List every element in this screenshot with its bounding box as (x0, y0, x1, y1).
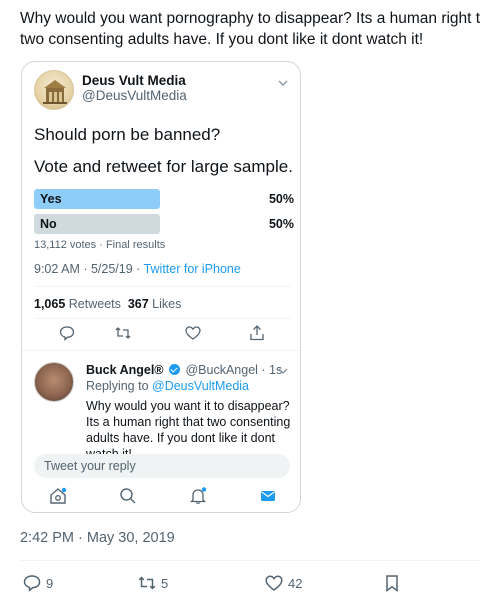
quoted-author-handle[interactable]: @DeusVultMedia (82, 88, 187, 103)
reply-header: Buck Angel® @BuckAngel · 1s (86, 363, 282, 377)
quoted-timestamp: 9:02 AM · 5/25/19 · Twitter for iPhone (34, 262, 241, 276)
replying-to: Replying to @DeusVultMedia (86, 379, 249, 393)
quoted-stats: 1,065 Retweets 367 Likes (34, 297, 181, 311)
retweet-icon (138, 576, 156, 590)
poll-meta: 13,112 votes · Final results (34, 239, 166, 251)
quoted-tweet-header: Deus Vult Media @DeusVultMedia (22, 62, 300, 112)
tweet-text-line-2: two consenting adults have. If you dont … (20, 31, 424, 48)
replying-prefix: Replying to (86, 379, 153, 393)
poll-option-yes: Yes 50% (34, 189, 294, 209)
reply-icon[interactable] (58, 324, 76, 342)
bookmark-button[interactable] (382, 572, 406, 594)
quoted-tweet-body: Should porn be banned? Vote and retweet … (34, 122, 293, 186)
avatar[interactable] (34, 70, 74, 110)
likes-label[interactable]: Likes (152, 297, 181, 311)
divider (22, 350, 300, 351)
tweet-timestamp[interactable]: 2:42 PM · May 30, 2019 (20, 530, 175, 546)
like-button[interactable]: 42 (264, 572, 302, 594)
home-icon[interactable] (48, 486, 68, 506)
poll-option-percent: 50% (268, 217, 294, 231)
poll-option-no: No 50% (34, 214, 294, 234)
like-count: 42 (288, 575, 303, 591)
poll-option-label: No (40, 217, 57, 231)
bookmark-icon (386, 575, 398, 592)
tweet-text: Why would you want pornography to disapp… (20, 8, 480, 50)
quoted-tweet-line-1: Should porn be banned? (34, 125, 221, 144)
like-icon (265, 575, 283, 591)
poll: Yes 50% No 50% 13,112 votes · Final resu… (34, 189, 294, 251)
reply-input[interactable]: Tweet your reply (34, 454, 290, 478)
tweet-actions: 9 5 42 (0, 572, 480, 598)
chevron-down-icon[interactable] (276, 76, 290, 90)
search-icon[interactable] (118, 486, 138, 506)
likes-count[interactable]: 367 (128, 297, 149, 311)
poll-option-label: Yes (40, 192, 62, 206)
tweet-text-line-1: Why would you want pornography to disapp… (20, 10, 480, 27)
reply-button[interactable]: 9 (22, 572, 53, 594)
retweets-label[interactable]: Retweets (69, 297, 121, 311)
quoted-author-name[interactable]: Deus Vult Media (82, 73, 186, 88)
verified-icon (169, 364, 180, 375)
retweet-button[interactable]: 5 (137, 572, 168, 594)
replying-to-link[interactable]: @DeusVultMedia (152, 379, 249, 393)
retweets-count[interactable]: 1,065 (34, 297, 65, 311)
quoted-tweet-line-2: Vote and retweet for large sample. (34, 157, 293, 176)
reply-text: Why would you want it to disappear? Its … (86, 399, 291, 461)
reply-tweet: Buck Angel® @BuckAngel · 1s Replying to … (22, 352, 300, 461)
retweet-count: 5 (161, 575, 169, 591)
reply-handle-time[interactable]: @BuckAngel · 1s (185, 363, 282, 377)
quoted-actions (22, 324, 300, 348)
bottom-nav (22, 486, 300, 512)
source-link[interactable]: Twitter for iPhone (144, 262, 241, 276)
embedded-screenshot-card[interactable]: Deus Vult Media @DeusVultMedia Should po… (21, 61, 301, 513)
reply-author-name[interactable]: Buck Angel® (86, 363, 164, 377)
reply-icon (23, 575, 41, 592)
retweet-icon[interactable] (114, 324, 132, 342)
share-icon[interactable] (248, 324, 266, 342)
like-icon[interactable] (184, 324, 202, 342)
poll-option-percent: 50% (268, 192, 294, 206)
quoted-time: 9:02 AM · 5/25/19 · (34, 262, 144, 276)
divider (34, 318, 290, 319)
chevron-down-icon[interactable] (276, 364, 290, 378)
divider (20, 560, 480, 561)
divider (34, 286, 290, 287)
notifications-icon[interactable] (188, 486, 208, 506)
reply-count: 9 (46, 575, 54, 591)
messages-icon[interactable] (258, 486, 278, 506)
avatar[interactable] (34, 362, 74, 402)
